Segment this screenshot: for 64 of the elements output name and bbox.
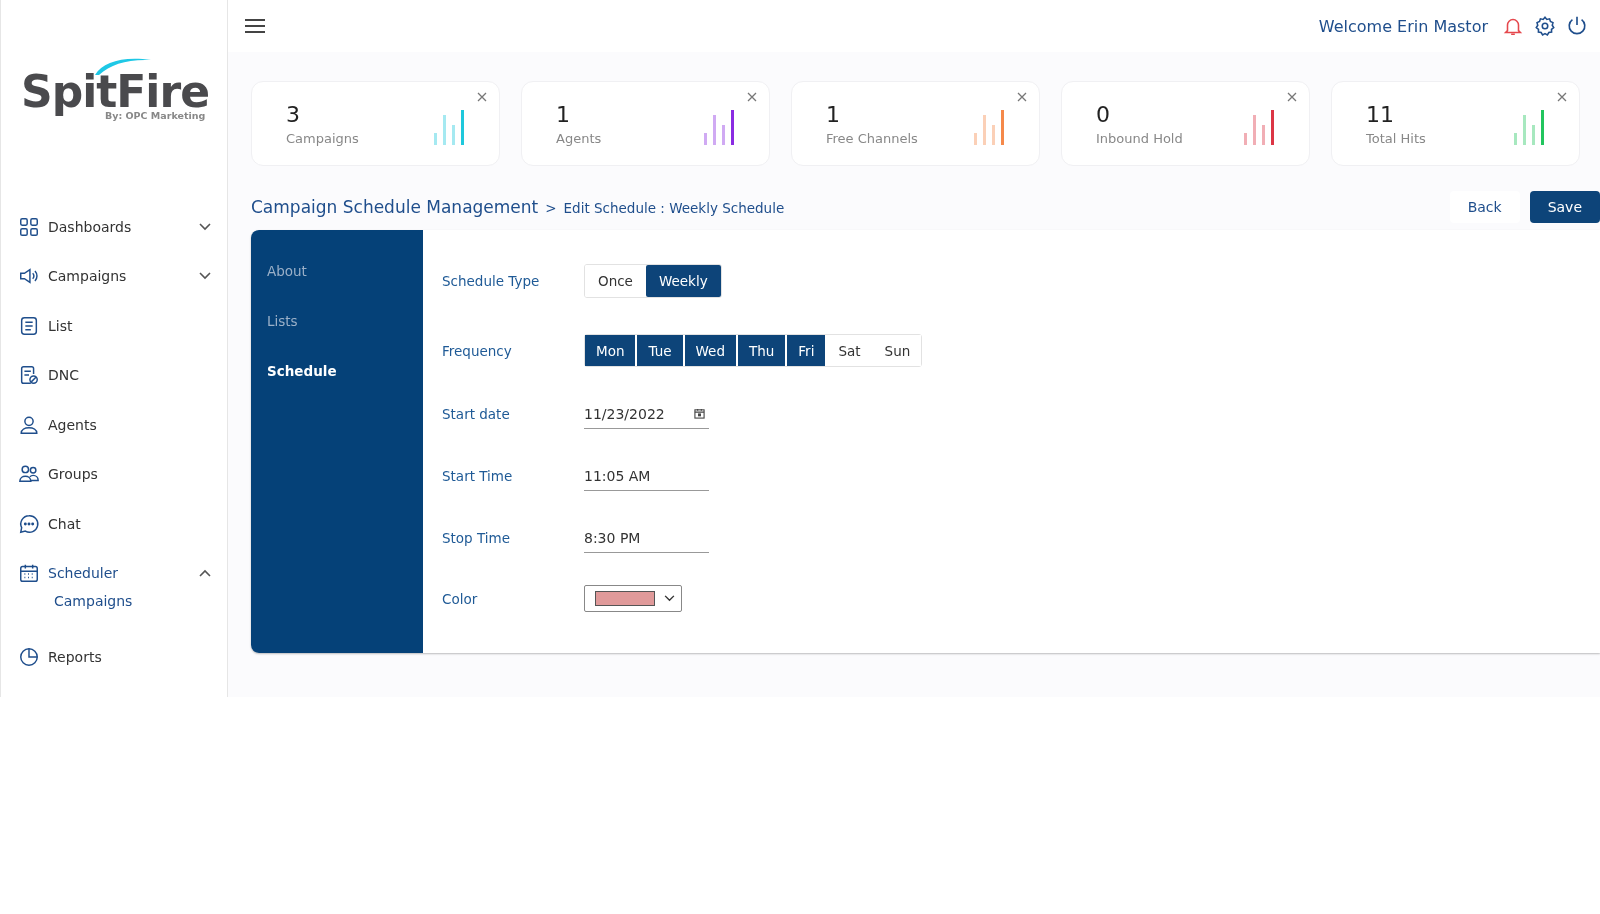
field-label: Stop Time: [442, 530, 512, 546]
field-label: Schedule Type: [442, 273, 541, 289]
input-field[interactable]: 11:05 AM: [584, 461, 709, 491]
close-icon[interactable]: [747, 92, 757, 102]
close-icon[interactable]: [1557, 92, 1567, 102]
settings-icon[interactable]: [1534, 15, 1556, 37]
field-label: Start date: [442, 406, 511, 422]
back-button[interactable]: Back: [1449, 191, 1520, 223]
sidebar-item[interactable]: Reports: [1, 632, 227, 682]
day-toggle[interactable]: Thu: [737, 335, 786, 366]
stat-value: 3: [286, 101, 301, 127]
sidebar-icon: [18, 562, 40, 585]
field-label: Color: [442, 590, 479, 607]
chevron-down-icon[interactable]: [199, 222, 211, 231]
close-icon[interactable]: [1017, 92, 1027, 102]
sidebar-item[interactable]: Campaigns: [1, 251, 227, 301]
caret-icon: [664, 595, 675, 602]
sidebar-icon: [18, 215, 40, 238]
sidebar-item[interactable]: Agents: [1, 400, 227, 450]
sidebar-icon: [18, 512, 40, 535]
tab[interactable]: Lists: [251, 306, 314, 356]
sidebar-item[interactable]: DNC: [1, 350, 227, 400]
sidebar-item[interactable]: Chat: [1, 499, 227, 549]
sidebar-item[interactable]: Groups: [1, 449, 227, 499]
day-toggle[interactable]: Fri: [787, 335, 826, 366]
sidebar-icon: [18, 314, 40, 337]
sidebar-subitem[interactable]: Campaigns: [1, 584, 133, 618]
stat-label: Agents: [556, 130, 602, 146]
field-label: Start Time: [442, 468, 514, 484]
input-field[interactable]: 8:30 PM: [584, 523, 709, 553]
stat-label: Total Hits: [1366, 130, 1426, 146]
field-label: Frequency: [442, 342, 513, 359]
logo-wordmark: SpitFire: [21, 70, 210, 114]
sidebar-icon: [18, 645, 40, 668]
save-button[interactable]: Save: [1529, 191, 1600, 223]
breadcrumb-separator: >: [545, 200, 557, 216]
stat-label: Free Channels: [826, 130, 918, 146]
color-picker[interactable]: [584, 585, 682, 612]
chevron-down-icon[interactable]: [199, 272, 211, 281]
input-field[interactable]: 11/23/2022: [584, 399, 709, 429]
menu-icon[interactable]: [245, 19, 265, 33]
chevron-up-icon[interactable]: [199, 569, 211, 578]
stat-label: Campaigns: [286, 130, 359, 146]
day-toggle[interactable]: Wed: [684, 335, 736, 366]
stat-value: 0: [1096, 101, 1111, 127]
segment-option[interactable]: Weekly: [645, 265, 721, 297]
power-icon[interactable]: [1566, 15, 1588, 37]
close-icon[interactable]: [1287, 92, 1297, 102]
tab[interactable]: Schedule: [251, 356, 353, 406]
stat-value: 1: [556, 101, 571, 127]
stat-value: 1: [826, 101, 841, 127]
sidebar-icon: [18, 364, 40, 387]
stat-label: Inbound Hold: [1096, 130, 1183, 146]
tab[interactable]: About: [251, 256, 323, 306]
sidebar-item[interactable]: List: [1, 301, 227, 351]
close-icon[interactable]: [477, 92, 487, 102]
sidebar-item[interactable]: Dashboards: [1, 202, 227, 252]
calendar-icon[interactable]: [694, 408, 705, 419]
welcome-text: Welcome Erin Mastor: [1318, 16, 1488, 36]
page-title: Campaign Schedule Management: [251, 197, 539, 217]
breadcrumb-current: Edit Schedule : Weekly Schedule: [563, 200, 785, 216]
day-toggle[interactable]: Mon: [585, 335, 636, 366]
stat-value: 11: [1366, 101, 1395, 127]
day-toggle[interactable]: Tue: [637, 335, 683, 366]
